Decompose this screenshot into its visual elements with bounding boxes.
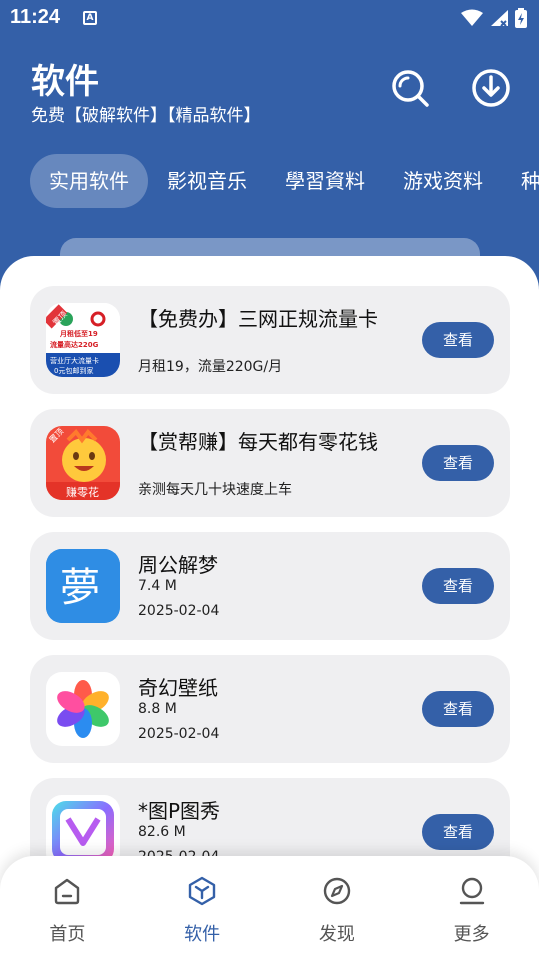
app-date: 2025-02-04 <box>138 726 220 742</box>
notification-icon: A <box>83 11 97 25</box>
signal-icon <box>491 10 508 27</box>
tab-study-materials[interactable]: 學習資料 <box>266 154 384 208</box>
view-button[interactable]: 查看 <box>422 322 494 358</box>
nav-more[interactable]: 更多 <box>404 856 539 958</box>
bottom-navigation: 首页 软件 发现 更多 <box>0 856 539 958</box>
status-bar: 11:24 A <box>0 0 539 36</box>
dream-app-icon: 夢 <box>46 549 120 623</box>
tab-practical-software[interactable]: 实用软件 <box>30 154 148 208</box>
view-button[interactable]: 查看 <box>422 568 494 604</box>
download-button[interactable] <box>471 68 511 108</box>
nav-software-label: 软件 <box>184 924 221 945</box>
tab-game-materials[interactable]: 游戏资料 <box>384 154 502 208</box>
svg-text:赚零花: 赚零花 <box>66 485 99 499</box>
app-subtitle: 月租19，流量220G/月 <box>138 359 283 375</box>
system-icons <box>461 8 527 28</box>
compass-icon <box>323 877 351 905</box>
sim-card-promo-icon: 置顶 月租低至19 流量高达220G 营业厅大流量卡 0元包邮到家 <box>46 303 120 377</box>
nav-more-label: 更多 <box>453 924 490 945</box>
app-date: 2025-02-04 <box>138 603 220 619</box>
battery-icon <box>515 8 527 28</box>
home-icon <box>55 878 80 905</box>
list-item[interactable]: 奇幻壁纸 8.8 M 2025-02-04 查看 <box>30 655 510 763</box>
search-icon <box>392 70 429 107</box>
search-button[interactable] <box>390 68 430 108</box>
tab-video-music[interactable]: 影视音乐 <box>148 154 266 208</box>
svg-text:月租低至19: 月租低至19 <box>59 329 98 338</box>
list-item[interactable]: 夢 周公解梦 7.4 M 2025-02-04 查看 <box>30 532 510 640</box>
view-button[interactable]: 查看 <box>422 445 494 481</box>
status-time: 11:24 <box>10 6 61 28</box>
app-title: 周公解梦 <box>138 553 218 577</box>
nav-discover[interactable]: 发现 <box>270 856 405 958</box>
download-icon <box>472 69 510 107</box>
app-size: 8.8 M <box>138 701 177 717</box>
app-subtitle: 亲测每天几十块速度上车 <box>138 482 292 498</box>
app-title: *图P图秀 <box>138 799 221 823</box>
svg-text:0元包邮到家: 0元包邮到家 <box>54 366 93 375</box>
app-size: 82.6 M <box>138 824 186 840</box>
cube-icon <box>188 876 216 906</box>
app-title: 【赏帮赚】每天都有零花钱 <box>138 430 378 454</box>
nav-home-label: 首页 <box>49 924 86 945</box>
svg-text:流量高达220G: 流量高达220G <box>50 340 99 349</box>
list-item[interactable]: 赚零花 置顶 【赏帮赚】每天都有零花钱 亲测每天几十块速度上车 查看 <box>30 409 510 517</box>
earn-money-app-icon: 赚零花 置顶 <box>46 426 120 500</box>
svg-text:夢: 夢 <box>60 565 100 611</box>
profile-icon <box>459 877 484 905</box>
wifi-icon <box>461 9 483 26</box>
category-tabs: 实用软件 影视音乐 學習資料 游戏资料 种 <box>30 154 539 208</box>
view-button[interactable]: 查看 <box>422 691 494 727</box>
nav-software[interactable]: 软件 <box>135 856 270 958</box>
content-sheet: 置顶 月租低至19 流量高达220G 营业厅大流量卡 0元包邮到家 【免费办】三… <box>0 256 539 958</box>
tab-more-categories[interactable]: 种 <box>502 154 539 208</box>
nav-discover-label: 发现 <box>318 924 355 945</box>
app-title: 【免费办】三网正规流量卡 <box>138 307 378 331</box>
app-title: 奇幻壁纸 <box>138 676 218 700</box>
page-subtitle: 免费【破解软件】【精品软件】 <box>31 106 261 126</box>
list-item[interactable]: 置顶 月租低至19 流量高达220G 营业厅大流量卡 0元包邮到家 【免费办】三… <box>30 286 510 394</box>
app-size: 7.4 M <box>138 578 177 594</box>
wallpaper-app-icon <box>46 672 120 746</box>
svg-text:营业厅大流量卡: 营业厅大流量卡 <box>50 356 99 365</box>
nav-home[interactable]: 首页 <box>0 856 135 958</box>
view-button[interactable]: 查看 <box>422 814 494 850</box>
page-title: 软件 <box>31 62 99 102</box>
app-list: 置顶 月租低至19 流量高达220G 营业厅大流量卡 0元包邮到家 【免费办】三… <box>30 286 510 901</box>
